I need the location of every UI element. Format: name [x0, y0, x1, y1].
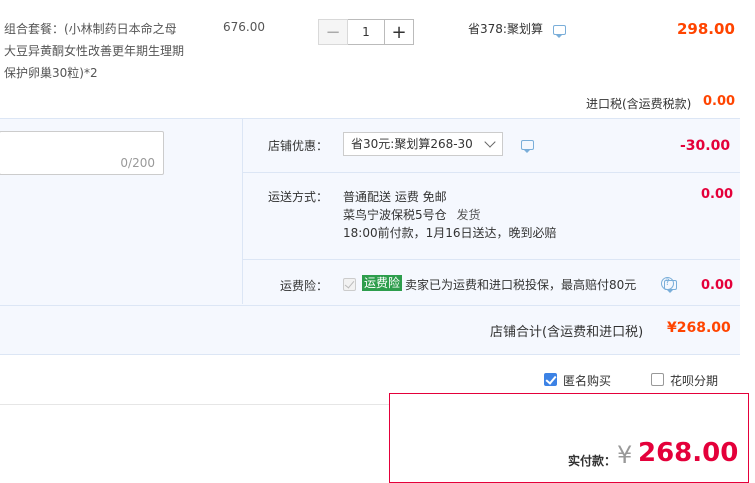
delivery-schedule: 18:00前付款，1月16日送达，晚到必赔: [343, 226, 557, 240]
insurance-checkbox: [343, 278, 356, 291]
divider: [242, 118, 243, 304]
insurance-badge: 运费险: [362, 275, 403, 291]
quantity-input[interactable]: 1: [348, 19, 384, 45]
anonymous-label[interactable]: 匿名购买: [563, 372, 611, 389]
divider: [243, 259, 740, 260]
insurance-value: 0.00: [701, 278, 734, 293]
shop-discount-selected: 省30元:聚划算268-30: [351, 137, 473, 151]
delivery-label: 运送方式：: [268, 190, 329, 204]
huabei-label[interactable]: 花呗分期: [670, 372, 718, 389]
unit-price: 676.00: [223, 20, 265, 34]
huabei-checkbox[interactable]: [651, 373, 664, 386]
product-name-line: 保护卵巢30粒)*2: [4, 66, 98, 80]
product-name-line: 大豆异黄酮女性改善更年期生理期: [4, 44, 185, 58]
quantity-stepper[interactable]: − 1 +: [318, 19, 414, 45]
payment-currency: ¥: [617, 441, 633, 469]
shop-discount-value: -30.00: [680, 138, 731, 154]
message-char-count: 0/200: [120, 156, 155, 170]
help-icon[interactable]: ?: [661, 277, 674, 290]
payment-label: 实付款：: [568, 454, 617, 468]
increase-button[interactable]: +: [384, 19, 414, 45]
delivery-ship: 发货: [456, 208, 481, 222]
message-input[interactable]: 0/200: [0, 131, 164, 175]
chat-icon[interactable]: [552, 25, 566, 38]
import-tax-label: 进口税(含运费税款): [586, 97, 692, 111]
shop-total-value: ¥268.00: [667, 320, 731, 336]
item-discount-text: 省378:聚划算: [468, 22, 543, 36]
divider: [243, 172, 740, 173]
delivery-method: 普通配送 运费 免邮: [343, 190, 447, 204]
shop-discount-select[interactable]: 省30元:聚划算268-30: [343, 132, 503, 156]
delivery-warehouse-line: 菜鸟宁波保税5号仓 发货: [343, 206, 557, 224]
shop-discount-label: 店铺优惠：: [268, 139, 329, 153]
item-discount: 省378:聚划算: [468, 20, 566, 38]
payment-amount: 268.00: [638, 438, 739, 468]
product-name-line: 组合套餐：(小林制药日本命之母: [4, 22, 177, 36]
insurance-label: 运费险：: [280, 279, 329, 293]
delivery-info: 普通配送 运费 免邮 菜鸟宁波保税5号仓 发货 18:00前付款，1月16日送达…: [343, 188, 557, 242]
insurance-text: 卖家已为运费和进口税投保，最高赔付80元: [405, 278, 637, 292]
decrease-button[interactable]: −: [318, 19, 348, 45]
chevron-down-icon: [484, 136, 496, 148]
delivery-warehouse: 菜鸟宁波保税5号仓: [343, 208, 447, 222]
item-subtotal: 298.00: [677, 20, 735, 38]
delivery-value: 0.00: [701, 187, 734, 202]
chat-icon[interactable]: [521, 140, 534, 153]
shop-total-label: 店铺合计(含运费和进口税): [490, 325, 644, 340]
import-tax-value: 0.00: [703, 94, 736, 109]
product-name[interactable]: 组合套餐：(小林制药日本命之母 大豆异黄酮女性改善更年期生理期 保护卵巢30粒)…: [4, 18, 192, 84]
anonymous-checkbox[interactable]: [544, 373, 557, 386]
